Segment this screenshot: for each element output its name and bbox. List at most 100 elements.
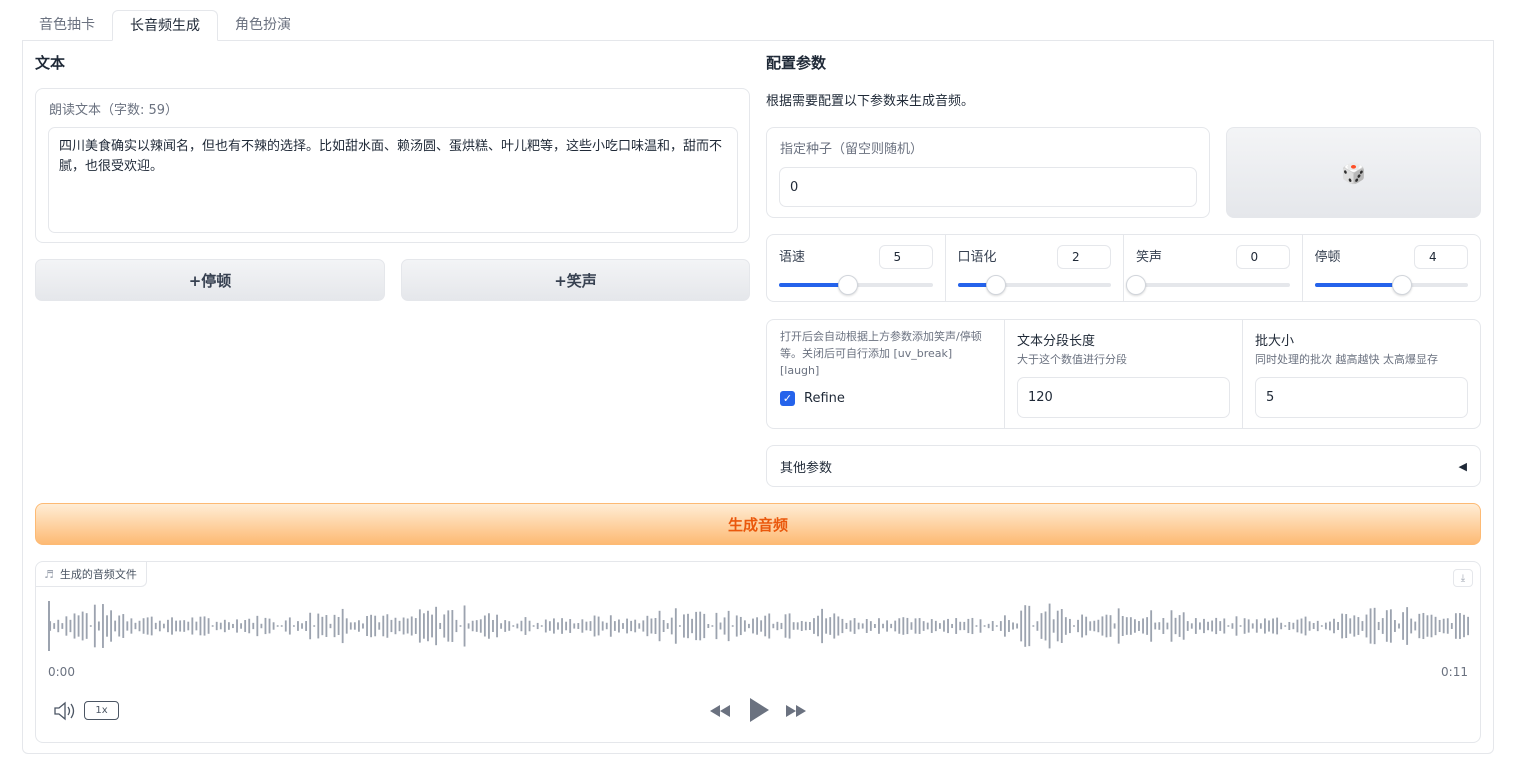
waveform-bar [1292, 622, 1295, 630]
waveform-bar [938, 623, 941, 629]
waveform-bar [788, 613, 791, 639]
slider-oral-handle[interactable] [985, 275, 1006, 295]
waveform-bar [292, 625, 295, 627]
waveform-bar [947, 618, 949, 634]
rewind-icon[interactable] [708, 701, 732, 721]
waveform-bar [1385, 610, 1388, 642]
waveform-bar [49, 621, 52, 631]
waveform-bar [837, 616, 840, 636]
waveform-bar [959, 621, 962, 631]
random-seed-button[interactable]: 🎲 [1226, 127, 1481, 218]
slider-pause-number[interactable]: 4 [1414, 245, 1468, 269]
waveform-bar [609, 615, 612, 637]
waveform-bar [317, 613, 320, 639]
config-section-title: 配置参数 [766, 54, 827, 72]
refine-checkbox[interactable]: ✓ [780, 391, 795, 406]
waveform-bar [1251, 623, 1254, 629]
tab-voice-draw[interactable]: 音色抽卡 [22, 10, 112, 41]
waveform-bar [451, 610, 454, 642]
slider-speed-track[interactable] [779, 275, 933, 295]
waveform-bar [886, 620, 888, 632]
waveform-bar [1089, 621, 1092, 631]
waveform-bar [443, 614, 446, 638]
waveform-bar [439, 622, 442, 630]
waveform-bar [1056, 610, 1059, 642]
slider-oral-track[interactable] [957, 275, 1111, 295]
waveform-bar [394, 617, 397, 635]
waveform-bar [1194, 618, 1197, 634]
refine-label[interactable]: Refine [804, 391, 845, 406]
waveform-bar [219, 622, 222, 630]
dice-icon: 🎲 [1341, 160, 1366, 185]
waveform-bar [370, 614, 373, 638]
waveform-bar [89, 625, 92, 627]
waveform-bar [211, 625, 214, 627]
waveform-bar [1154, 622, 1157, 630]
waveform-bar [967, 618, 970, 634]
waveform-bar [203, 616, 206, 636]
waveform-bar [605, 622, 608, 630]
segment-input[interactable]: 120 [1017, 377, 1230, 418]
waveform-bar [630, 620, 633, 632]
waveform-bar [1329, 621, 1331, 631]
waveform-bar [492, 619, 494, 633]
waveform-bar [898, 618, 901, 634]
waveform-bar [1093, 620, 1096, 632]
slider-laugh-label: 笑声 [1136, 250, 1163, 265]
playback-rate-button[interactable]: 1x [84, 701, 119, 720]
waveform-bar [1255, 619, 1258, 633]
waveform-bar [1341, 613, 1344, 639]
waveform-bar [520, 620, 523, 632]
fast-forward-icon[interactable] [784, 701, 808, 721]
slider-oral-label: 口语化 [957, 250, 997, 265]
batch-input[interactable]: 5 [1255, 377, 1468, 418]
download-icon[interactable]: ⤓ [1453, 569, 1473, 587]
waveform-bar [1008, 620, 1010, 632]
waveform-bar [240, 623, 242, 629]
add-laugh-button[interactable]: +笑声 [401, 259, 750, 301]
add-pause-button[interactable]: +停顿 [35, 259, 385, 301]
waveform-bar [894, 620, 897, 632]
slider-laugh-number[interactable]: 0 [1235, 245, 1290, 269]
slider-laugh-track[interactable] [1126, 275, 1290, 295]
waveform-bar [329, 623, 332, 629]
waveform-bar [1304, 616, 1307, 636]
waveform-bar [325, 615, 328, 637]
waveform-bar [1296, 619, 1299, 633]
waveform-bar [764, 615, 767, 637]
play-icon[interactable] [747, 696, 771, 724]
waveform-bar [536, 622, 539, 630]
waveform-bar [654, 618, 657, 634]
waveform-bar [882, 623, 884, 629]
waveform-bar [1288, 621, 1291, 631]
waveform-bar [118, 615, 121, 637]
waveform-bar [1369, 608, 1372, 644]
waveform-bar [1158, 622, 1161, 630]
waveform-bar [1223, 618, 1226, 634]
slider-pause-track[interactable] [1314, 275, 1468, 295]
waveform-bar [581, 619, 584, 633]
waveform-bar [1138, 621, 1140, 631]
waveform-bar [1227, 625, 1230, 627]
tab-long-audio[interactable]: 长音频生成 [112, 10, 218, 41]
waveform-bar [650, 618, 653, 634]
volume-icon[interactable] [53, 701, 77, 721]
config-description: 根据需要配置以下参数来生成音频。 [766, 94, 975, 109]
waveform[interactable] [48, 597, 1470, 655]
slider-speed-handle[interactable] [838, 275, 859, 295]
waveform-bar [138, 620, 141, 632]
waveform-bar [504, 620, 507, 632]
waveform-bar [1048, 603, 1051, 649]
waveform-bar [114, 620, 117, 632]
slider-laugh-handle[interactable] [1126, 275, 1146, 295]
seed-input[interactable]: 0 [779, 167, 1197, 207]
tab-role-play[interactable]: 角色扮演 [218, 10, 308, 41]
generate-audio-button[interactable]: 生成音频 [35, 503, 1481, 545]
waveform-bar [796, 622, 799, 630]
other-params-accordion[interactable]: 其他参数 ◀ [766, 445, 1481, 487]
waveform-bar [829, 617, 832, 635]
slider-speed-number[interactable]: 5 [878, 245, 933, 269]
read-text-input[interactable] [48, 127, 738, 233]
slider-pause-handle[interactable] [1391, 275, 1412, 295]
slider-oral-number[interactable]: 2 [1057, 245, 1111, 269]
